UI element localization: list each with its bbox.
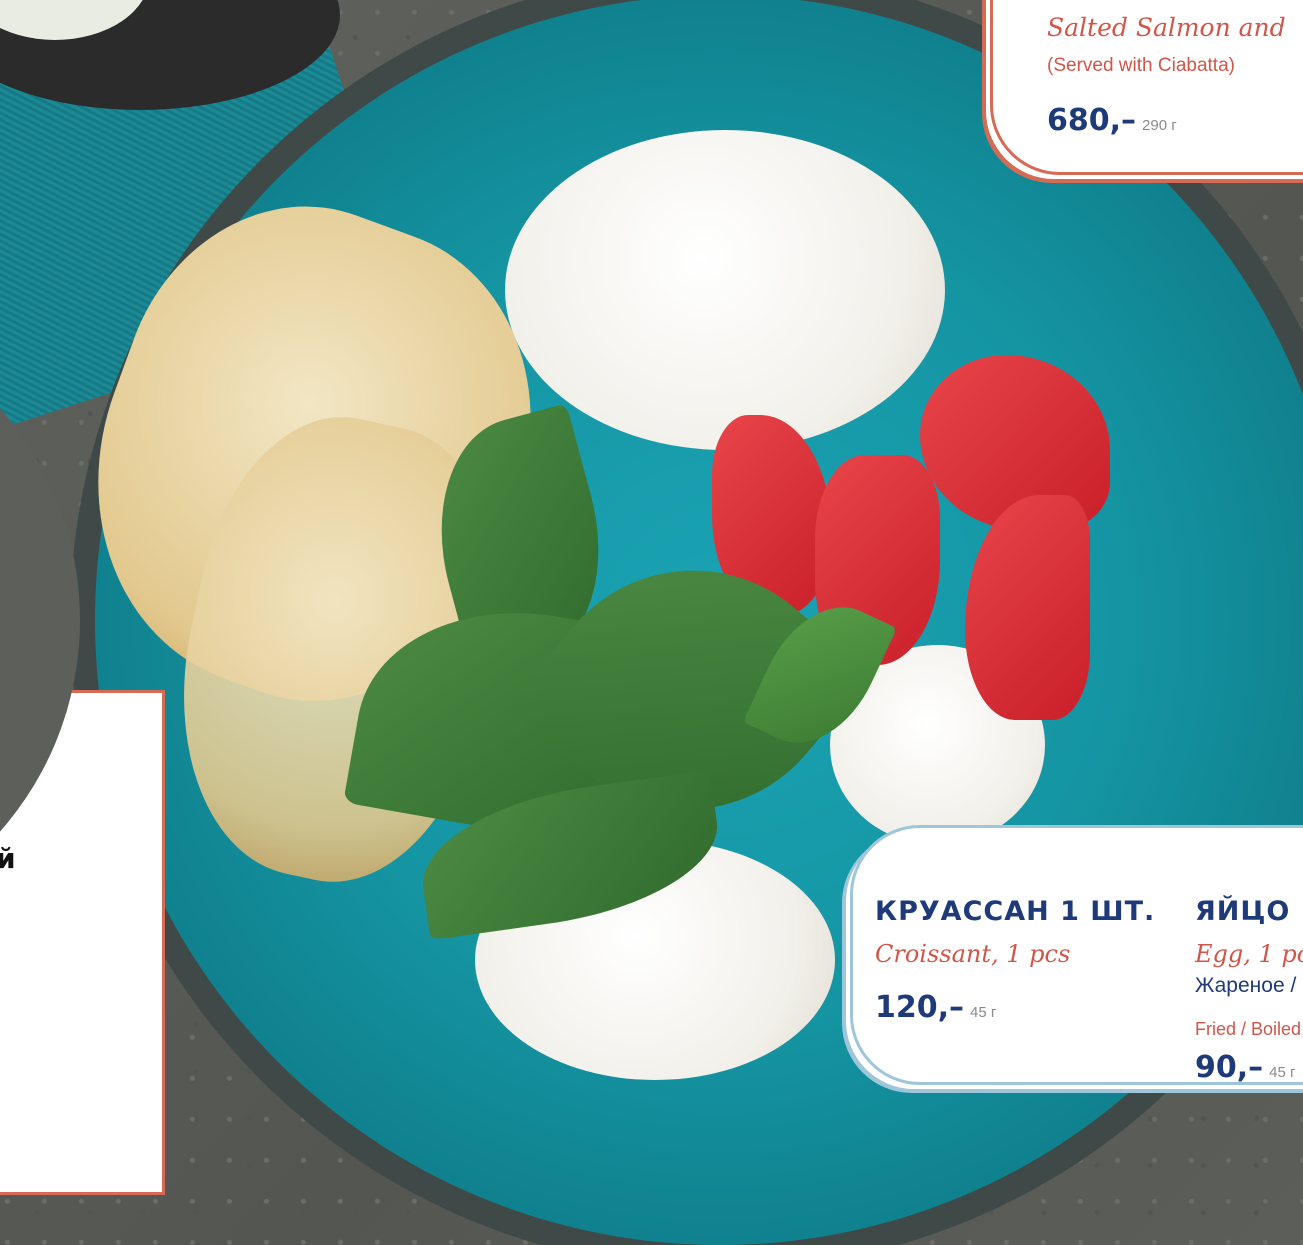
item-price: 680,– 290 г <box>1047 103 1177 138</box>
egg-title: ЯЙЦО 1 <box>1195 896 1303 927</box>
burrata-cheese <box>505 130 945 450</box>
item-note: (Served with Ciabatta) <box>1047 55 1235 76</box>
egg-price: 90,– 45 г <box>1195 1050 1295 1085</box>
menu-photo-scene: Salted Salmon and (Served with Ciabatta)… <box>0 0 1303 1245</box>
croissant-subtitle-script: Croissant, 1 pcs <box>875 940 1071 968</box>
egg-options-ru: Жареное / <box>1195 974 1297 997</box>
price-weight: 45 г <box>1269 1064 1296 1081</box>
egg-subtitle-script: Egg, 1 pc <box>1195 940 1303 968</box>
price-value: 120,– <box>875 990 965 1025</box>
price-value: 90,– <box>1195 1050 1264 1085</box>
price-value: 680,– <box>1047 103 1137 138</box>
menu-card-croissant-egg: КРУАССАН 1 ШТ. Croissant, 1 pcs 120,– 45 … <box>850 825 1303 1085</box>
price-weight: 290 г <box>1142 117 1177 134</box>
croissant-price: 120,– 45 г <box>875 990 996 1025</box>
menu-card-salmon: Salted Salmon and (Served with Ciabatta)… <box>990 0 1303 175</box>
croissant-title: КРУАССАН 1 ШТ. <box>875 896 1156 927</box>
card-left-text-fragment: й <box>0 842 16 875</box>
item-subtitle-script: Salted Salmon and <box>1047 13 1286 42</box>
egg-options-en: Fried / Boiled <box>1195 1019 1302 1039</box>
price-weight: 45 г <box>970 1004 997 1021</box>
